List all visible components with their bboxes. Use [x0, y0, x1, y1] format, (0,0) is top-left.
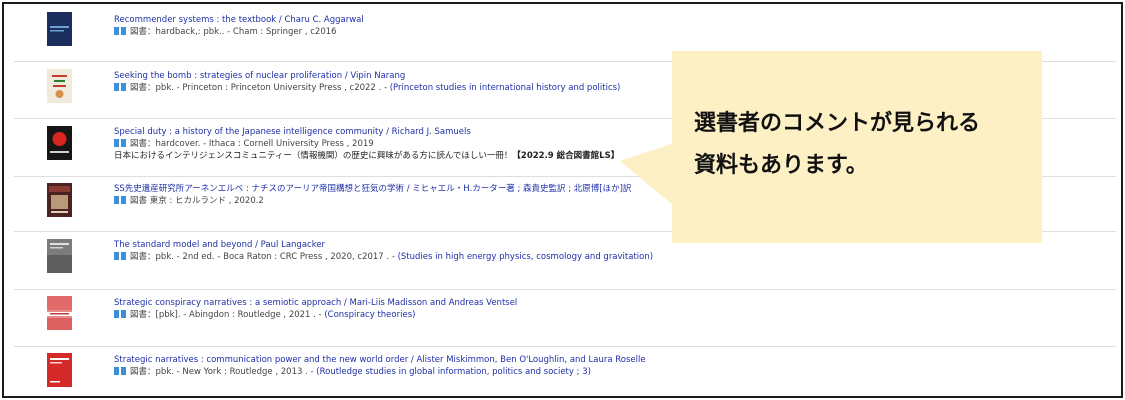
book-icon	[114, 83, 126, 91]
callout-line-1: 選書者のコメントが見られる	[694, 111, 981, 136]
material-type: 図書	[130, 196, 148, 206]
result-meta: 図書：pbk. - New York : Routledge , 2013 . …	[114, 366, 646, 378]
result-title-link[interactable]: Seeking the bomb : strategies of nuclear…	[114, 70, 620, 82]
result-meta: 図書：pbk. - Princeton : Princeton Universi…	[114, 82, 620, 94]
book-cover-thumbnail[interactable]	[47, 353, 72, 387]
book-icon	[114, 27, 126, 35]
result-details: pbk. - New York : Routledge , 2013 . -	[155, 367, 317, 377]
book-icon	[114, 196, 126, 204]
book-icon	[114, 310, 126, 318]
book-cover-thumbnail[interactable]	[47, 183, 72, 217]
result-details: hardcover. - Ithaca : Cornell University…	[155, 139, 374, 149]
result-details: hardback,: pbk.. - Cham : Springer , c20…	[155, 27, 337, 37]
result-row: Strategic conspiracy narratives : a semi…	[14, 289, 1116, 347]
result-title-link[interactable]: Strategic conspiracy narratives : a semi…	[114, 297, 517, 309]
cover-art	[47, 296, 72, 330]
cover-art	[47, 183, 72, 217]
book-cover-thumbnail[interactable]	[47, 12, 72, 46]
series-link[interactable]: (Routledge studies in global information…	[316, 367, 591, 377]
screenshot-frame: Recommender systems : the textbook / Cha…	[2, 2, 1123, 398]
annotation-callout: 選書者のコメントが見られる 資料もあります。	[672, 51, 1042, 243]
result-meta: 図書：[pbk]. - Abingdon : Routledge , 2021 …	[114, 309, 517, 321]
cover-art	[47, 239, 72, 273]
comment-text: 日本におけるインテリジェンスコミュニティー（情報機関）の歴史に興味がある方に読ん…	[114, 151, 513, 161]
cover-art	[47, 12, 72, 46]
book-cover-thumbnail[interactable]	[47, 69, 72, 103]
result-title-link[interactable]: Special duty : a history of the Japanese…	[114, 126, 619, 138]
material-type: 図書	[130, 367, 148, 377]
book-cover-thumbnail[interactable]	[47, 296, 72, 330]
cover-art	[47, 353, 72, 387]
result-title-link[interactable]: The standard model and beyond / Paul Lan…	[114, 239, 653, 251]
result-title-link[interactable]: SS先史遺産研究所アーネンエルベ : ナチスのアーリア帝国構想と狂気の学術 / …	[114, 183, 631, 195]
book-icon	[114, 139, 126, 147]
book-cover-thumbnail[interactable]	[47, 239, 72, 273]
callout-line-2: 資料もあります。	[694, 153, 868, 178]
result-details: [pbk]. - Abingdon : Routledge , 2021 . -	[155, 310, 325, 320]
series-link[interactable]: (Conspiracy theories)	[324, 310, 415, 320]
material-type: 図書	[130, 139, 148, 149]
callout-text: 選書者のコメントが見られる 資料もあります。	[694, 103, 980, 187]
book-icon	[114, 252, 126, 260]
result-details: pbk. - 2nd ed. - Boca Raton : CRC Press …	[155, 252, 398, 262]
result-title-link[interactable]: Strategic narratives : communication pow…	[114, 354, 646, 366]
selector-comment: 日本におけるインテリジェンスコミュニティー（情報機関）の歴史に興味がある方に読ん…	[114, 150, 619, 162]
book-cover-thumbnail[interactable]	[47, 126, 72, 160]
cover-art	[47, 126, 72, 160]
book-icon	[114, 367, 126, 375]
cover-art	[47, 69, 72, 103]
callout-pointer	[620, 141, 680, 211]
result-details: 東京 : ヒカルランド , 2020.2	[149, 196, 264, 206]
material-type: 図書	[130, 83, 148, 93]
result-meta: 図書：hardback,: pbk.. - Cham : Springer , …	[114, 26, 364, 38]
result-title-link[interactable]: Recommender systems : the textbook / Cha…	[114, 14, 364, 26]
material-type: 図書	[130, 252, 148, 262]
result-meta: 図書：hardcover. - Ithaca : Cornell Univers…	[114, 138, 619, 150]
material-type: 図書	[130, 27, 148, 37]
series-link[interactable]: (Studies in high energy physics, cosmolo…	[398, 252, 653, 262]
result-meta: 図書：pbk. - 2nd ed. - Boca Raton : CRC Pre…	[114, 251, 653, 263]
result-details: pbk. - Princeton : Princeton University …	[155, 83, 390, 93]
material-type: 図書	[130, 310, 148, 320]
result-meta: 図書 東京 : ヒカルランド , 2020.2	[114, 195, 631, 207]
series-link[interactable]: (Princeton studies in international hist…	[390, 83, 621, 93]
comment-source: 【2022.9 総合図書館LS】	[512, 151, 620, 161]
result-row: Strategic narratives : communication pow…	[14, 346, 1116, 396]
